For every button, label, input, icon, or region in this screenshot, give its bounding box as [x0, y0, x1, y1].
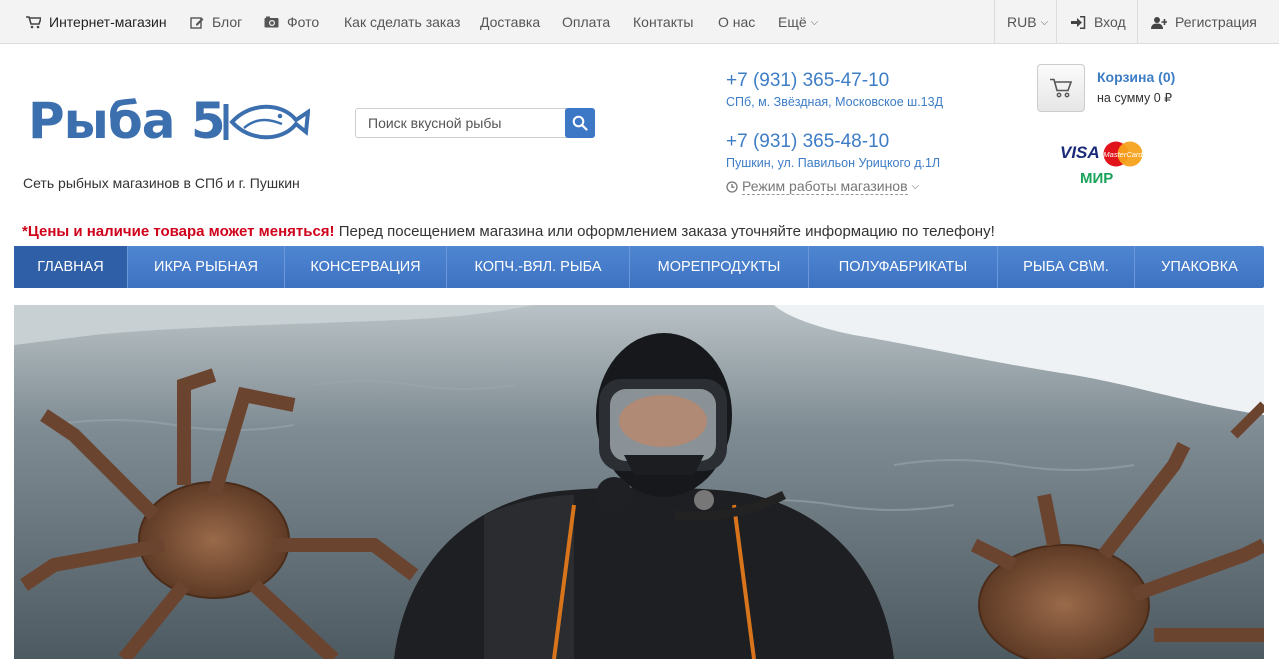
fish-logo-icon	[223, 104, 310, 140]
main-nav: ГЛАВНАЯ ИКРА РЫБНАЯ КОНСЕРВАЦИЯ КОПЧ.-ВЯ…	[14, 246, 1264, 288]
chevron-down-icon: ⌵	[1040, 16, 1049, 28]
top-bar: Интернет-магазин Блог Фото Как сделать з…	[0, 0, 1279, 44]
price-notice: *Цены и наличие товара может меняться! П…	[22, 223, 995, 240]
search-form	[355, 108, 595, 138]
nav-item-semi-finished[interactable]: ПОЛУФАБРИКАТЫ	[809, 246, 998, 288]
chevron-down-icon: ⌵	[911, 181, 920, 192]
cart-sum: на сумму 0 ₽	[1097, 91, 1173, 105]
mastercard-text: MasterCard	[1103, 150, 1143, 159]
nav-item-home[interactable]: ГЛАВНАЯ	[14, 246, 128, 288]
cart-button[interactable]	[1037, 64, 1085, 112]
visa-logo: VISA	[1060, 143, 1100, 162]
logo-text: Рыба 5	[28, 92, 226, 150]
search-button[interactable]	[565, 108, 595, 138]
hero-banner[interactable]	[14, 305, 1264, 659]
phone-pushkin[interactable]: +7 (931) 365-48-10	[726, 131, 889, 153]
delivery-link[interactable]: Доставка	[480, 0, 540, 44]
delivery-label: Доставка	[480, 14, 541, 30]
divider	[994, 0, 995, 44]
photo-link[interactable]: Фото	[264, 0, 319, 44]
address-spb: СПб, м. Звёздная, Московское ш.13Д	[726, 95, 944, 109]
cart-link[interactable]: Корзина (0)	[1097, 69, 1175, 85]
payment-link[interactable]: Оплата	[562, 0, 610, 44]
shop-link[interactable]: Интернет-магазин	[26, 0, 167, 44]
notice-warning: *Цены и наличие товара может меняться!	[22, 223, 335, 240]
visa-text: VISA	[1060, 143, 1100, 162]
payment-label: Оплата	[562, 14, 611, 30]
camera-icon	[264, 16, 279, 28]
blog-link-label: Блог	[212, 14, 243, 30]
login-link[interactable]: Вход	[1071, 0, 1126, 44]
nav-item-caviar[interactable]: ИКРА РЫБНАЯ	[128, 246, 285, 288]
address-pushkin: Пушкин, ул. Павильон Урицкого д.1Л	[726, 156, 941, 170]
nav-item-fresh-fish[interactable]: РЫБА СВ\М.	[998, 246, 1135, 288]
cart-icon	[26, 15, 41, 28]
photo-link-label: Фото	[287, 14, 320, 30]
phone-spb[interactable]: +7 (931) 365-47-10	[726, 70, 889, 92]
more-menu-label: Ещё	[778, 14, 807, 30]
blog-link[interactable]: Блог	[190, 0, 242, 44]
store-hours-label: Режим работы магазинов	[742, 178, 908, 195]
login-label: Вход	[1094, 14, 1126, 30]
edit-icon	[190, 16, 204, 29]
about-link[interactable]: О нас	[718, 0, 755, 44]
mir-logo: МИР	[1080, 170, 1113, 186]
mir-text: МИР	[1080, 170, 1113, 186]
currency-value: RUB	[1007, 14, 1037, 30]
register-label: Регистрация	[1175, 14, 1257, 30]
tagline: Сеть рыбных магазинов в СПб и г. Пушкин	[23, 175, 300, 191]
more-menu[interactable]: Ещё ⌵	[778, 0, 818, 44]
how-to-order-label: Как сделать заказ	[344, 14, 461, 30]
mastercard-logo: MasterCard	[1103, 141, 1143, 167]
nav-item-smoked-fish[interactable]: КОПЧ.-ВЯЛ. РЫБА	[447, 246, 630, 288]
contacts-label: Контакты	[633, 14, 694, 30]
nav-item-canned[interactable]: КОНСЕРВАЦИЯ	[285, 246, 447, 288]
store-hours-toggle[interactable]: Режим работы магазинов ⌵	[726, 178, 919, 195]
user-plus-icon	[1151, 16, 1167, 29]
how-to-order-link[interactable]: Как сделать заказ	[344, 0, 460, 44]
chevron-down-icon: ⌵	[810, 16, 819, 28]
hero-image	[14, 305, 1264, 659]
search-input[interactable]	[355, 108, 567, 138]
shop-link-label: Интернет-магазин	[49, 14, 167, 30]
cart-icon	[1050, 78, 1072, 98]
about-label: О нас	[718, 14, 756, 30]
search-icon	[572, 115, 588, 131]
clock-icon	[726, 180, 738, 193]
divider	[1056, 0, 1057, 44]
nav-item-packaging[interactable]: УПАКОВКА	[1135, 246, 1264, 288]
nav-item-seafood[interactable]: МОРЕПРОДУКТЫ	[630, 246, 809, 288]
sign-in-icon	[1071, 15, 1086, 29]
notice-text: Перед посещением магазина или оформление…	[334, 223, 995, 240]
divider	[1137, 0, 1138, 44]
contacts-link[interactable]: Контакты	[633, 0, 693, 44]
payment-logos: VISA MasterCard МИР	[1060, 140, 1150, 188]
site-logo[interactable]: Рыба 5	[28, 86, 318, 156]
register-link[interactable]: Регистрация	[1151, 0, 1257, 44]
currency-select[interactable]: RUB ⌵	[1007, 0, 1048, 44]
